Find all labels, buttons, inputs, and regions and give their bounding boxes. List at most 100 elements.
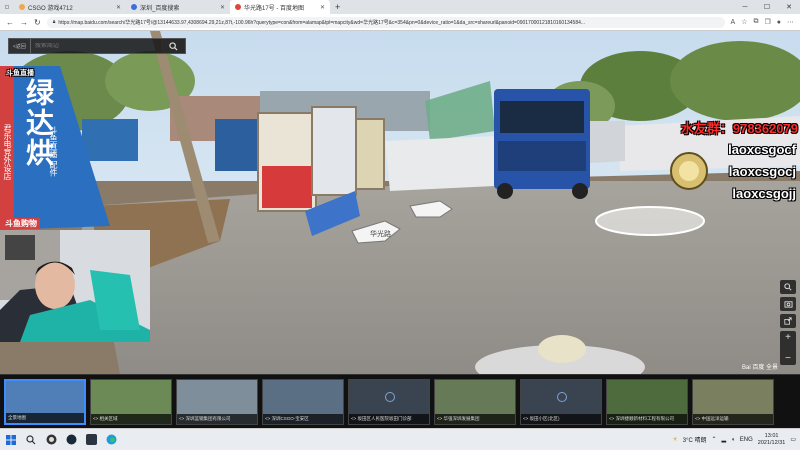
minimize-icon[interactable]: ─ (734, 0, 756, 14)
thumbnail-item[interactable]: <> 坂田小区(北区) (520, 379, 602, 425)
search-icon[interactable] (24, 433, 38, 447)
windows-start-icon[interactable] (4, 433, 18, 447)
back-icon[interactable]: ← (6, 18, 14, 27)
street-name-label: 华光路 (370, 229, 391, 238)
profile-icon[interactable]: ● (777, 19, 781, 26)
thumbnail-caption: 全景地图 (6, 413, 84, 423)
url-text: https://map.baidu.com/search/华光路17号/@131… (58, 19, 586, 26)
collections-icon[interactable]: ❐ (764, 18, 770, 26)
close-icon[interactable]: ✕ (320, 4, 325, 11)
camera-tool-button[interactable] (780, 297, 796, 311)
thumbnail-caption: <> 华强深圳发展集团 (435, 414, 515, 424)
handle-text-1: laoxcsgocf (728, 142, 796, 157)
share-icon (784, 317, 792, 325)
thumbnail-caption: <> 深圳蓝钢集团有限公司 (177, 414, 257, 424)
compass-badge[interactable] (670, 152, 708, 190)
windows-taskbar: ☀︎ 3°C 晴朗 ⌃ ▂ ◖ ENG 13:01 2021/12/31 ▭ (0, 428, 800, 450)
thumbnail-caption: <> 中国远洋运输 (693, 414, 773, 424)
streamer-banner: 斗鱼直播 绿达烘 君乐电竞外设店 斗鱼直播 配件 斗鱼购物 (0, 66, 110, 230)
clock-date: 2021/12/31 (757, 439, 786, 446)
tab-favicon-icon (19, 4, 25, 10)
tab-label: CSGO 游戏4712 (28, 5, 73, 12)
address-bar-row: ← → ↻ 🔒︎ https://map.baidu.com/search/华光… (0, 14, 800, 31)
search-icon (784, 283, 792, 291)
csgo-icon[interactable] (84, 433, 98, 447)
banner-side-text-2: 斗鱼直播 配件 (49, 126, 58, 177)
thumbnail-item[interactable]: <> 深圳CSGO-宝安区 (262, 379, 344, 425)
thumbnail-item[interactable]: <> 华强深圳发展集团 (434, 379, 516, 425)
network-icon[interactable]: ▂ (722, 436, 727, 443)
thumbnail-caption: <> 坂田区人民医院坂田门诊部 (349, 414, 429, 424)
system-tray: ☀︎ 3°C 晴朗 ⌃ ▂ ◖ ENG 13:01 2021/12/31 ▭ (672, 433, 796, 447)
extensions-icon[interactable]: ⧉ (753, 18, 758, 26)
translate-icon[interactable]: A (731, 19, 736, 26)
more-icon[interactable]: ⋯ (787, 18, 794, 26)
chevron-up-icon[interactable]: ⌃ (712, 436, 717, 443)
banner-top-label: 斗鱼直播 (6, 70, 34, 77)
zoom-in-icon[interactable]: + (785, 332, 791, 343)
url-field[interactable]: 🔒︎ https://map.baidu.com/search/华光路17号/@… (46, 16, 725, 28)
tab-baidu-search[interactable]: 深圳_百度搜索 ✕ (126, 0, 230, 14)
search-icon (168, 41, 178, 51)
fan-group-text: 水友群：978362079 (680, 121, 798, 136)
clock-time: 13:01 (764, 432, 779, 439)
thumbnail-item[interactable]: <> 相关区域 (90, 379, 172, 425)
search-tool-button[interactable] (780, 280, 796, 294)
close-icon[interactable]: ✕ (220, 4, 225, 11)
tab-baidu-map[interactable]: 华光路17号 - 百度地图 ✕ (230, 0, 330, 14)
thumbnail-item[interactable]: <> 中国远洋运输 (692, 379, 774, 425)
thumbnail-item[interactable]: 全景地图 (4, 379, 86, 425)
banner-side-text: 君乐电竞外设店 (3, 124, 12, 180)
white-fence (385, 136, 495, 191)
trailer (590, 121, 625, 163)
search-back-button[interactable]: <返回 (9, 39, 31, 53)
thumbnail-item[interactable]: <> 深圳蓝钢集团有限公司 (176, 379, 258, 425)
map-side-tools (780, 280, 796, 328)
street-sign-text: 华光路 (370, 229, 391, 238)
map-search-box: <返回 (8, 38, 186, 54)
steam-icon[interactable] (64, 433, 78, 447)
handle-text-2: laoxcsgocj (728, 164, 796, 179)
new-tab-button[interactable]: + (330, 0, 344, 14)
tab-favicon-icon (131, 4, 137, 10)
thumbnail-caption: <> 深圳捷顺新材料工程有限公司 (607, 414, 687, 424)
tab-favicon-icon (235, 4, 241, 10)
tab-csgo[interactable]: CSGO 游戏4712 ✕ (14, 0, 126, 14)
thumbnail-caption: <> 坂田小区(北区) (521, 414, 601, 424)
thumbnail-item[interactable]: <> 深圳捷顺新材料工程有限公司 (606, 379, 688, 425)
share-tool-button[interactable] (780, 314, 796, 328)
favorite-star-icon[interactable]: ☆ (741, 18, 747, 26)
streamer-webcam (0, 230, 150, 342)
ground-cursor[interactable] (595, 206, 705, 236)
handle-text-3: laoxcsgojj (732, 186, 796, 201)
browser-menu-icon[interactable] (0, 0, 14, 14)
thumbnail-caption: <> 相关区域 (91, 414, 171, 424)
tab-label: 深圳_百度搜索 (140, 5, 180, 12)
obs-icon[interactable] (44, 433, 58, 447)
refresh-icon[interactable]: ↻ (34, 18, 41, 27)
close-window-icon[interactable]: ✕ (778, 0, 800, 14)
search-input[interactable] (30, 43, 161, 49)
notification-icon[interactable]: ▭ (790, 436, 796, 443)
clock[interactable]: 13:01 2021/12/31 (758, 433, 786, 447)
camera-icon (784, 301, 792, 308)
thumbnail-item[interactable]: <> 坂田区人民医院坂田门诊部 (348, 379, 430, 425)
location-pin-icon (385, 392, 395, 402)
edge-browser-icon[interactable] (104, 433, 118, 447)
banner-label: 斗鱼购物 (2, 218, 40, 229)
blue-shed (215, 119, 263, 171)
location-pin-icon (557, 392, 567, 402)
volume-icon[interactable]: ◖ (731, 437, 735, 443)
blue-truck[interactable] (494, 89, 590, 199)
close-icon[interactable]: ✕ (116, 4, 121, 11)
baidu-map-logo: Bai 百度 全景 (741, 365, 778, 371)
thumbnail-caption: <> 深圳CSGO-宝安区 (263, 414, 343, 424)
language-indicator[interactable]: ENG (740, 437, 753, 443)
forward-icon[interactable]: → (20, 18, 28, 27)
car-camera-dome (538, 335, 586, 363)
zoom-out-icon[interactable]: − (785, 353, 791, 364)
search-button[interactable] (161, 39, 185, 53)
maximize-icon[interactable]: ☐ (756, 0, 778, 14)
window-controls: ─ ☐ ✕ (734, 0, 800, 14)
weather-text: 3°C 晴朗 (682, 438, 707, 444)
